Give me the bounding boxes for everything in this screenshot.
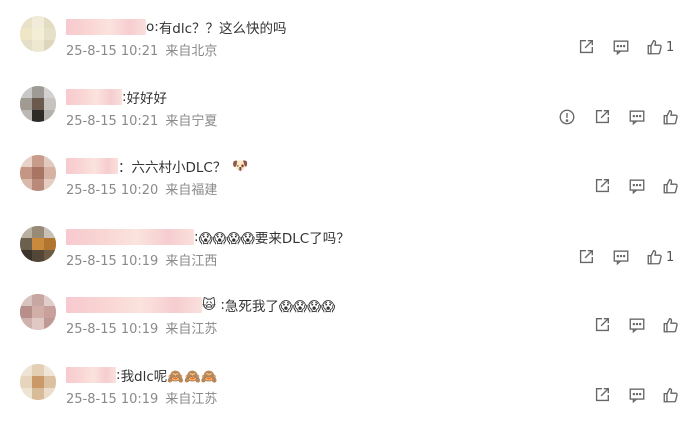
share-icon[interactable] bbox=[593, 177, 613, 197]
comment-icon[interactable] bbox=[628, 386, 648, 406]
share-icon[interactable] bbox=[593, 386, 613, 406]
comment-icon[interactable] bbox=[628, 177, 648, 197]
comment-actions bbox=[0, 177, 697, 197]
username[interactable] bbox=[66, 158, 118, 174]
comment-icon[interactable] bbox=[612, 38, 632, 58]
comment-actions bbox=[0, 316, 697, 336]
comment-text: 好好好 bbox=[126, 91, 168, 107]
comment-text: 😱😱😱😱要来DLC了吗？ bbox=[198, 231, 350, 247]
username[interactable] bbox=[66, 229, 194, 245]
share-icon[interactable] bbox=[577, 248, 597, 268]
thumbs-up-icon[interactable] bbox=[662, 386, 682, 406]
comment-text-line: : 😱😱😱😱要来DLC了吗？ bbox=[66, 226, 350, 248]
share-icon[interactable] bbox=[593, 108, 613, 128]
comment-item: ： 六六村小DLC？ 🐶 25-8-15 10:20 来自福建 bbox=[0, 155, 697, 225]
doge-emoji: 🐶 bbox=[232, 158, 249, 174]
username[interactable] bbox=[66, 367, 116, 383]
comment-text-line: o: 有dlc？？这么快的吗 bbox=[66, 16, 287, 38]
like-count: 1 bbox=[666, 40, 675, 55]
comment-list: o: 有dlc？？这么快的吗 25-8-15 10:21 来自北京 1: 好好… bbox=[0, 0, 697, 420]
comment-text: 急死我了😱😱😱😱 bbox=[224, 299, 336, 315]
comment-item: : 好好好 25-8-15 10:21 来自宁夏 bbox=[0, 86, 697, 156]
thumbs-up-icon[interactable] bbox=[662, 316, 682, 336]
comment-item: 🙀 : 急死我了😱😱😱😱 25-8-15 10:19 来自江苏 bbox=[0, 294, 697, 364]
comment-text-line: : 我dlc呢🙈🙈🙈 bbox=[66, 364, 218, 386]
comment-icon[interactable] bbox=[612, 248, 632, 268]
comment-text-line: : 好好好 bbox=[66, 86, 167, 108]
comment-text: 有dlc？？这么快的吗 bbox=[158, 21, 287, 37]
comment-item: o: 有dlc？？这么快的吗 25-8-15 10:21 来自北京 1 bbox=[0, 16, 697, 86]
comment-icon[interactable] bbox=[628, 316, 648, 336]
username-tail: o: bbox=[146, 19, 159, 35]
thumbs-up-icon[interactable] bbox=[662, 108, 682, 128]
comment-item: : 😱😱😱😱要来DLC了吗？ 25-8-15 10:19 来自江西 1 bbox=[0, 226, 697, 296]
like-count: 1 bbox=[666, 250, 675, 265]
thumbs-up-icon[interactable]: 1 bbox=[646, 248, 674, 268]
username-tail: ： bbox=[118, 160, 132, 176]
comment-item: : 我dlc呢🙈🙈🙈 25-8-15 10:19 来自江苏 bbox=[0, 364, 697, 434]
username[interactable] bbox=[66, 19, 146, 35]
thumbs-up-icon[interactable]: 1 bbox=[646, 38, 674, 58]
report-icon[interactable] bbox=[558, 108, 578, 128]
username[interactable] bbox=[66, 297, 202, 313]
share-icon[interactable] bbox=[577, 38, 597, 58]
comment-text-line: 🙀 : 急死我了😱😱😱😱 bbox=[66, 294, 335, 316]
comment-text: 我dlc呢🙈🙈🙈 bbox=[120, 369, 218, 385]
username[interactable] bbox=[66, 89, 122, 105]
share-icon[interactable] bbox=[593, 316, 613, 336]
comment-text-line: ： 六六村小DLC？ 🐶 bbox=[66, 155, 249, 177]
comment-actions: 1 bbox=[0, 248, 697, 268]
thumbs-up-icon[interactable] bbox=[662, 177, 682, 197]
comment-actions bbox=[0, 108, 697, 128]
comment-actions bbox=[0, 386, 697, 406]
comment-actions: 1 bbox=[0, 38, 697, 58]
username-tail: 🙀 : bbox=[202, 297, 225, 313]
comment-icon[interactable] bbox=[628, 108, 648, 128]
comment-text: 六六村小DLC？ bbox=[131, 160, 227, 176]
